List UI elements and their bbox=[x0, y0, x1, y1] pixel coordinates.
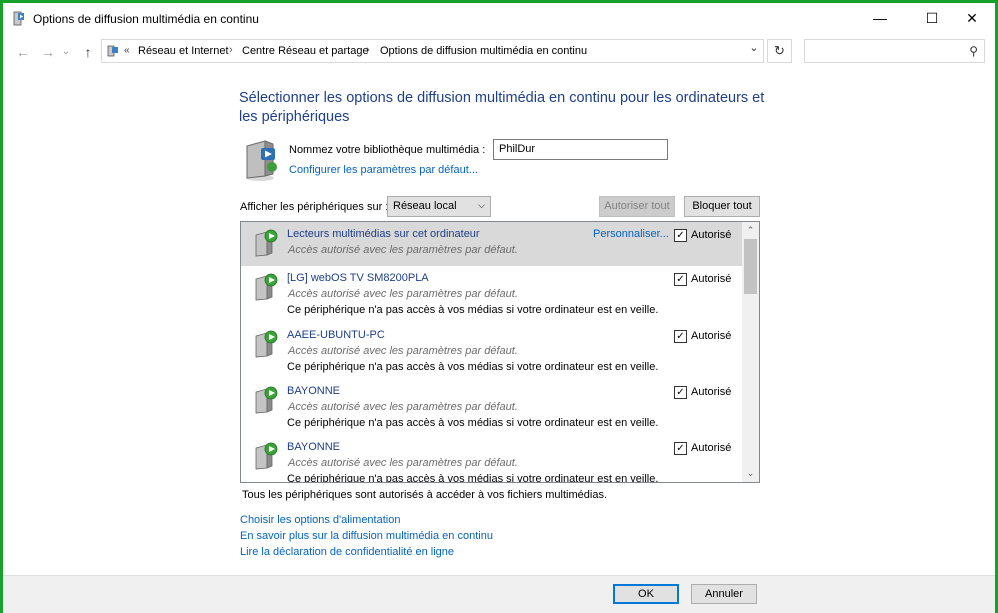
device-name: AAEE-UBUNTU-PC bbox=[287, 329, 385, 341]
media-device-icon bbox=[255, 330, 278, 358]
allowed-checkbox[interactable]: ✓ bbox=[674, 442, 687, 455]
network-select-value: Réseau local bbox=[393, 200, 457, 212]
breadcrumb-centre-reseau[interactable]: Centre Réseau et partage bbox=[242, 45, 369, 57]
media-device-icon bbox=[255, 442, 278, 470]
minimize-button[interactable]: — bbox=[857, 3, 903, 33]
breadcrumb-separator[interactable]: › bbox=[366, 44, 370, 56]
allowed-checkbox[interactable]: ✓ bbox=[674, 229, 687, 242]
media-player-icon bbox=[255, 229, 278, 257]
device-list[interactable]: Lecteurs multimédias sur cet ordinateur … bbox=[240, 221, 760, 483]
scroll-up-icon[interactable]: ⌃ bbox=[742, 222, 759, 239]
forward-button[interactable]: → bbox=[38, 43, 58, 61]
address-dropdown-icon[interactable]: ⌄ bbox=[744, 41, 764, 59]
title-bar: Options de diffusion multimédia en conti… bbox=[3, 3, 995, 33]
up-button[interactable]: ↑ bbox=[78, 43, 98, 61]
breadcrumb[interactable]: « Réseau et Internet › Centre Réseau et … bbox=[101, 39, 764, 63]
list-item[interactable]: Lecteurs multimédias sur cet ordinateur … bbox=[241, 222, 743, 266]
device-name: [LG] webOS TV SM8200PLA bbox=[287, 272, 429, 284]
breadcrumb-current[interactable]: Options de diffusion multimédia en conti… bbox=[380, 45, 587, 57]
device-status-text: Accès autorisé avec les paramètres par d… bbox=[288, 401, 518, 413]
close-button[interactable]: ✕ bbox=[949, 3, 995, 33]
device-name: BAYONNE bbox=[287, 385, 340, 397]
device-name: Lecteurs multimédias sur cet ordinateur bbox=[287, 228, 480, 240]
device-status-text: Accès autorisé avec les paramètres par d… bbox=[288, 244, 518, 256]
list-item[interactable]: [LG] webOS TV SM8200PLA Accès autorisé a… bbox=[241, 266, 743, 323]
list-item[interactable]: BAYONNE Accès autorisé avec les paramètr… bbox=[241, 435, 743, 483]
media-library-icon bbox=[246, 140, 277, 181]
dialog-footer: OK Annuler bbox=[3, 575, 995, 613]
allowed-checkbox[interactable]: ✓ bbox=[674, 330, 687, 343]
breadcrumb-overflow-icon[interactable]: « bbox=[124, 45, 130, 56]
breadcrumb-reseau-internet[interactable]: Réseau et Internet bbox=[138, 45, 229, 57]
breadcrumb-separator[interactable]: › bbox=[229, 44, 233, 56]
window-title: Options de diffusion multimédia en conti… bbox=[33, 12, 259, 26]
allowed-label: Autorisé bbox=[691, 229, 732, 241]
learn-more-link[interactable]: En savoir plus sur la diffusion multiméd… bbox=[240, 530, 493, 542]
library-name-field[interactable]: PhilDur bbox=[493, 139, 668, 160]
network-select[interactable]: Réseau local ⌵ bbox=[387, 196, 491, 217]
allowed-checkbox[interactable]: ✓ bbox=[674, 386, 687, 399]
cancel-button[interactable]: Annuler bbox=[691, 584, 757, 604]
allowed-label: Autorisé bbox=[691, 330, 732, 342]
vertical-scrollbar[interactable]: ⌃ ⌄ bbox=[742, 222, 759, 482]
library-name-label: Nommez votre bibliothèque multimédia : bbox=[289, 144, 486, 156]
ok-button[interactable]: OK bbox=[613, 584, 679, 604]
device-status-text: Accès autorisé avec les paramètres par d… bbox=[288, 288, 518, 300]
device-name: BAYONNE bbox=[287, 441, 340, 453]
refresh-button[interactable]: ↻ bbox=[767, 39, 792, 63]
chevron-down-icon: ⌵ bbox=[478, 200, 485, 210]
device-status-text: Accès autorisé avec les paramètres par d… bbox=[288, 345, 518, 357]
allowed-label: Autorisé bbox=[691, 442, 732, 454]
allowed-label: Autorisé bbox=[691, 386, 732, 398]
allowed-label: Autorisé bbox=[691, 273, 732, 285]
list-item[interactable]: AAEE-UBUNTU-PC Accès autorisé avec les p… bbox=[241, 323, 743, 380]
allowed-checkbox[interactable]: ✓ bbox=[674, 273, 687, 286]
configure-defaults-link[interactable]: Configurer les paramètres par défaut... bbox=[289, 164, 478, 176]
privacy-statement-link[interactable]: Lire la déclaration de confidentialité e… bbox=[240, 546, 454, 558]
device-sleep-warning: Ce périphérique n'a pas accès à vos médi… bbox=[287, 304, 659, 316]
scroll-down-icon[interactable]: ⌄ bbox=[742, 465, 759, 482]
device-sleep-warning: Ce périphérique n'a pas accès à vos médi… bbox=[287, 361, 659, 373]
recent-locations-icon[interactable]: ⌄ bbox=[60, 43, 72, 61]
allow-all-button[interactable]: Autoriser tout bbox=[599, 196, 675, 217]
media-device-icon bbox=[255, 386, 278, 414]
customize-link[interactable]: Personnaliser... bbox=[593, 228, 669, 240]
main-content: Sélectionner les options de diffusion mu… bbox=[3, 73, 995, 575]
back-button[interactable]: ← bbox=[13, 43, 33, 61]
device-sleep-warning: Ce périphérique n'a pas accès à vos médi… bbox=[287, 417, 659, 429]
scroll-thumb[interactable] bbox=[744, 239, 757, 294]
search-icon: ⚲ bbox=[969, 44, 978, 58]
device-status-text: Accès autorisé avec les paramètres par d… bbox=[288, 457, 518, 469]
summary-text: Tous les périphériques sont autorisés à … bbox=[242, 489, 608, 501]
media-server-icon bbox=[13, 11, 24, 26]
page-title: Sélectionner les options de diffusion mu… bbox=[239, 90, 765, 125]
address-bar: ← → ⌄ ↑ « Réseau et Internet › Centre Ré… bbox=[3, 37, 995, 67]
show-devices-label: Afficher les périphériques sur : bbox=[240, 201, 389, 213]
power-options-link[interactable]: Choisir les options d'alimentation bbox=[240, 514, 400, 526]
app-window: Options de diffusion multimédia en conti… bbox=[0, 0, 998, 613]
device-sleep-warning: Ce périphérique n'a pas accès à vos médi… bbox=[287, 473, 659, 483]
search-input[interactable]: ⚲ bbox=[804, 39, 985, 63]
network-folder-icon bbox=[107, 45, 118, 57]
list-item[interactable]: BAYONNE Accès autorisé avec les paramètr… bbox=[241, 379, 743, 436]
block-all-button[interactable]: Bloquer tout bbox=[684, 196, 760, 217]
media-device-icon bbox=[255, 273, 278, 301]
